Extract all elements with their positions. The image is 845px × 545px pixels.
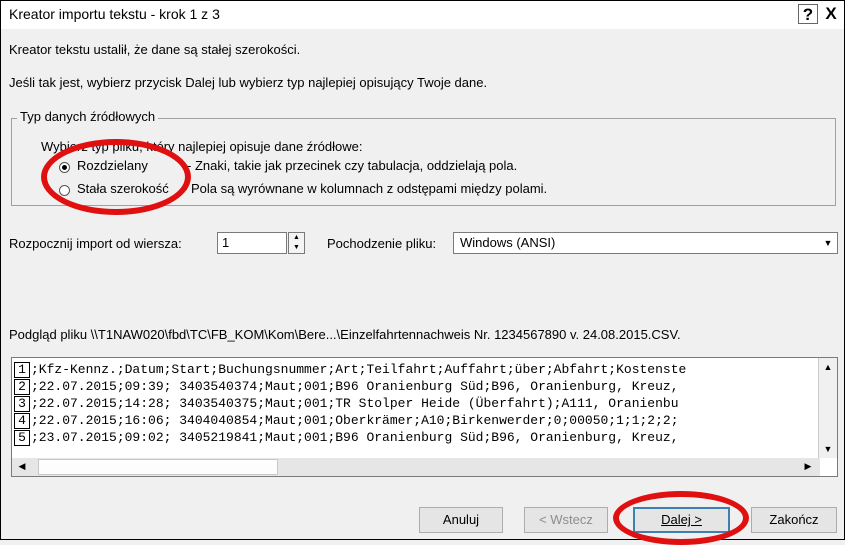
preview-row: 3 ;22.07.2015;14:28; 3403540375;Maut;001;…: [14, 395, 816, 412]
preview-lines: 1 ;Kfz-Kennz.;Datum;Start;Buchungsnummer;…: [14, 361, 816, 446]
close-button[interactable]: X: [821, 4, 841, 24]
file-origin-select[interactable]: Windows (ANSI) ▼: [453, 232, 838, 254]
row-text: ;Kfz-Kennz.;Datum;Start;Buchungsnummer;A…: [31, 362, 687, 377]
scroll-down-icon[interactable]: ▼: [820, 444, 836, 454]
horizontal-scrollbar[interactable]: ◀ ▶: [12, 458, 820, 476]
intro-line-2: Jeśli tak jest, wybierz przycisk Dalej l…: [9, 75, 488, 90]
row-text: ;22.07.2015;16:06; 3404040854;Maut;001;O…: [31, 413, 679, 428]
spin-down-icon[interactable]: ▼: [289, 243, 304, 253]
radio-fixed-width-desc: - Pola są wyrównane w kolumnach z odstęp…: [183, 181, 548, 196]
file-origin-label: Pochodzenie pliku:: [327, 236, 437, 251]
vertical-scrollbar[interactable]: ▲ ▼: [818, 358, 837, 458]
spin-up-icon[interactable]: ▲: [289, 233, 304, 243]
back-button[interactable]: < Wstecz: [524, 507, 608, 533]
annotation-circle-next: [613, 491, 749, 545]
cancel-button[interactable]: Anuluj: [419, 507, 503, 533]
start-row-label: Rozpocznij import od wiersza:: [9, 236, 182, 251]
preview-row: 4 ;22.07.2015;16:06; 3404040854;Maut;001;…: [14, 412, 816, 429]
preview-row: 2 ;22.07.2015;09:39; 3403540374;Maut;001;…: [14, 378, 816, 395]
scroll-right-icon[interactable]: ▶: [800, 461, 816, 472]
preview-row: 5 ;23.07.2015;09:02; 3405219841;Maut;001;…: [14, 429, 816, 446]
file-origin-value: Windows (ANSI): [460, 235, 556, 250]
chevron-down-icon[interactable]: ▼: [819, 233, 837, 253]
horizontal-scroll-thumb[interactable]: [38, 459, 278, 475]
row-number: 5: [14, 430, 30, 446]
preview-label: Podgląd pliku \\T1NAW020\fbd\TC\FB_KOM\K…: [9, 327, 681, 342]
file-preview[interactable]: 1 ;Kfz-Kennz.;Datum;Start;Buchungsnummer;…: [11, 357, 838, 477]
source-type-legend: Typ danych źródłowych: [17, 109, 159, 124]
annotation-circle-radio: [41, 139, 191, 215]
preview-row: 1 ;Kfz-Kennz.;Datum;Start;Buchungsnummer;…: [14, 361, 816, 378]
row-text: ;23.07.2015;09:02; 3405219841;Maut;001;B…: [31, 430, 679, 445]
start-row-input[interactable]: 1: [217, 232, 287, 254]
row-text: ;22.07.2015;14:28; 3403540375;Maut;001;T…: [31, 396, 679, 411]
row-number: 4: [14, 413, 30, 429]
back-button-label: < Wstecz: [539, 512, 593, 527]
row-text: ;22.07.2015;09:39; 3403540374;Maut;001;B…: [31, 379, 679, 394]
scroll-up-icon[interactable]: ▲: [820, 362, 836, 372]
finish-button-label: Zakończ: [769, 512, 819, 527]
finish-button[interactable]: Zakończ: [751, 507, 837, 533]
cancel-button-label: Anuluj: [442, 512, 480, 527]
intro-line-1: Kreator tekstu ustalił, że dane są stałe…: [9, 42, 301, 57]
window-title: Kreator importu tekstu - krok 1 z 3: [9, 6, 220, 22]
help-button[interactable]: ?: [798, 4, 818, 24]
start-row-spinner[interactable]: ▲ ▼: [288, 232, 305, 254]
row-number: 1: [14, 362, 30, 378]
row-number: 3: [14, 396, 30, 412]
text-import-wizard-dialog: Kreator importu tekstu - krok 1 z 3 ? X …: [0, 0, 845, 545]
title-bar[interactable]: Kreator importu tekstu - krok 1 z 3 ? X: [1, 1, 844, 29]
row-number: 2: [14, 379, 30, 395]
radio-delimited-desc: - Znaki, takie jak przecinek czy tabulac…: [187, 158, 518, 173]
scroll-left-icon[interactable]: ◀: [14, 461, 30, 472]
